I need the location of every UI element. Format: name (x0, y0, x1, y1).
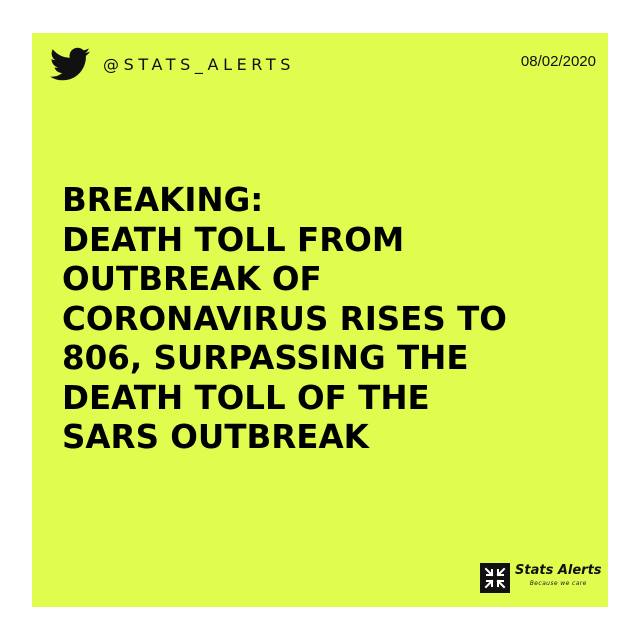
headline: BREAKING: DEATH TOLL FROM OUTBREAK OF CO… (62, 181, 602, 458)
headline-line: CORONAVIRUS RISES TO (62, 299, 507, 338)
account-handle: @STATS_ALERTS (103, 54, 295, 74)
headline-line: SARS OUTBREAK (62, 418, 369, 456)
stats-alerts-logo-icon (480, 563, 510, 593)
brand-name: Stats Alerts (515, 563, 602, 578)
post-date: 08/02/2020 (520, 53, 596, 70)
headline-line: DEATH TOLL FROM (62, 220, 405, 259)
twitter-bird-icon (50, 47, 90, 81)
post-header: @STATS_ALERTS 08/02/2020 (47, 43, 598, 85)
headline-line: OUTBREAK OF (62, 260, 322, 298)
headline-line: DEATH TOLL OF THE (62, 378, 430, 417)
brand-tagline: Because we care (529, 580, 587, 587)
post-card: @STATS_ALERTS 08/02/2020 BREAKING: DEATH… (32, 33, 608, 607)
brand-text: Stats Alerts Because we care (515, 563, 602, 587)
headline-line: 806, SURPASSING THE (62, 339, 469, 377)
brand-block: Stats Alerts Because we care (480, 563, 602, 593)
headline-line: BREAKING: (62, 181, 264, 219)
